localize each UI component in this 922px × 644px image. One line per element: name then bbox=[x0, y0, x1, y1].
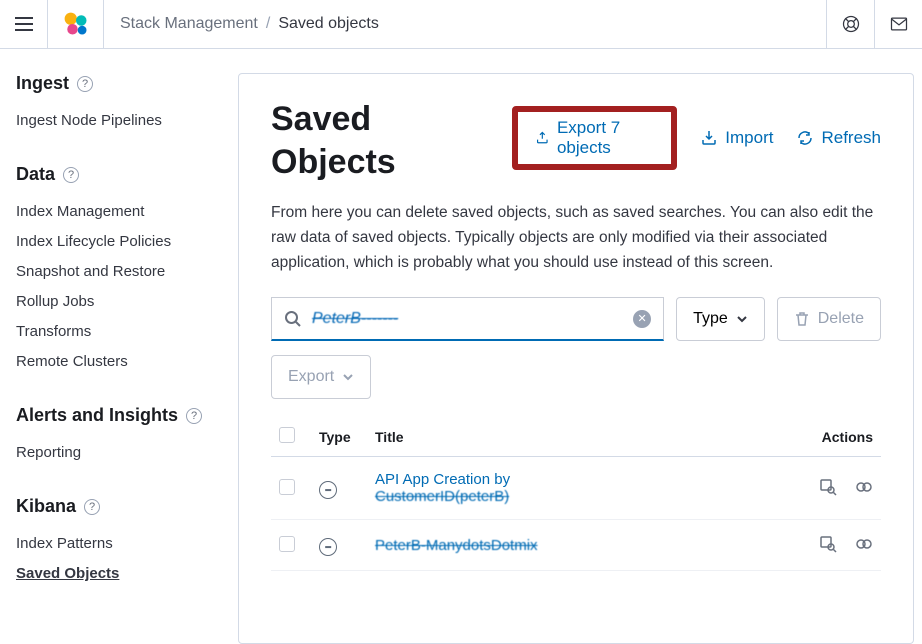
relationships-icon[interactable] bbox=[855, 478, 873, 496]
delete-label: Delete bbox=[818, 310, 864, 328]
sidebar-item-reporting[interactable]: Reporting bbox=[16, 438, 210, 468]
search-input[interactable]: PeterB------- ✕ bbox=[271, 297, 664, 341]
close-icon: ✕ bbox=[637, 312, 646, 325]
row-title-link[interactable]: API App Creation by CustomerID(peterB) bbox=[375, 471, 510, 505]
type-filter-button[interactable]: Type bbox=[676, 297, 765, 341]
header-left: Stack Management / Saved objects bbox=[0, 0, 395, 48]
page-title: Saved Objects bbox=[271, 98, 488, 183]
sidebar-section-data: Data ? Index Management Index Lifecycle … bbox=[16, 164, 210, 377]
relationships-icon[interactable] bbox=[855, 535, 873, 553]
logo[interactable] bbox=[48, 0, 104, 48]
help-button[interactable] bbox=[826, 0, 874, 48]
search-icon bbox=[284, 310, 302, 328]
trash-icon bbox=[794, 311, 810, 327]
sidebar-item-saved-objects[interactable]: Saved Objects bbox=[16, 559, 210, 589]
app-header: Stack Management / Saved objects bbox=[0, 0, 922, 49]
row-title-line2: CustomerID(peterB) bbox=[375, 488, 509, 505]
import-label: Import bbox=[725, 128, 773, 148]
controls-row: PeterB------- ✕ Type Delete bbox=[271, 297, 881, 341]
content: Saved Objects Export 7 objects Import bbox=[226, 49, 922, 644]
sidebar-item-ingest-node-pipelines[interactable]: Ingest Node Pipelines bbox=[16, 106, 210, 136]
export-dropdown-row: Export bbox=[271, 355, 881, 399]
clear-search-button[interactable]: ✕ bbox=[633, 310, 651, 328]
main-layout: Ingest ? Ingest Node Pipelines Data ? In… bbox=[0, 49, 922, 644]
sidebar: Ingest ? Ingest Node Pipelines Data ? In… bbox=[0, 49, 226, 644]
search-value: PeterB------- bbox=[312, 310, 623, 328]
sidebar-item-transforms[interactable]: Transforms bbox=[16, 317, 210, 347]
table-row: PeterB-ManydotsDotmix bbox=[271, 520, 881, 570]
inspect-icon[interactable] bbox=[819, 535, 837, 553]
sidebar-item-index-management[interactable]: Index Management bbox=[16, 197, 210, 227]
lifebuoy-icon bbox=[841, 14, 861, 34]
help-icon[interactable]: ? bbox=[186, 408, 202, 424]
sidebar-title: Alerts and Insights bbox=[16, 405, 178, 426]
menu-toggle[interactable] bbox=[0, 0, 48, 48]
delete-button: Delete bbox=[777, 297, 881, 341]
sidebar-title: Data bbox=[16, 164, 55, 185]
export-highlight: Export 7 objects bbox=[512, 106, 677, 170]
sidebar-section-alerts: Alerts and Insights ? Reporting bbox=[16, 405, 210, 468]
discover-type-icon bbox=[315, 534, 340, 559]
select-all-checkbox[interactable] bbox=[279, 427, 295, 443]
sidebar-title: Ingest bbox=[16, 73, 69, 94]
sidebar-item-rollup[interactable]: Rollup Jobs bbox=[16, 287, 210, 317]
saved-objects-table: Type Title Actions API App Creation by C… bbox=[271, 417, 881, 570]
sidebar-item-index-patterns[interactable]: Index Patterns bbox=[16, 529, 210, 559]
sidebar-title: Kibana bbox=[16, 496, 76, 517]
col-header-type[interactable]: Type bbox=[311, 417, 367, 457]
col-header-actions: Actions bbox=[761, 417, 881, 457]
type-filter-label: Type bbox=[693, 310, 728, 328]
sidebar-item-ilm[interactable]: Index Lifecycle Policies bbox=[16, 227, 210, 257]
export-icon bbox=[536, 130, 549, 146]
header-right bbox=[826, 0, 922, 48]
row-checkbox[interactable] bbox=[279, 536, 295, 552]
panel-header: Saved Objects Export 7 objects Import bbox=[271, 98, 881, 183]
export-dropdown[interactable]: Export bbox=[271, 355, 371, 399]
panel: Saved Objects Export 7 objects Import bbox=[238, 73, 914, 644]
chevron-down-icon bbox=[342, 371, 354, 383]
export-dropdown-label: Export bbox=[288, 368, 334, 386]
help-icon[interactable]: ? bbox=[84, 499, 100, 515]
row-title-link[interactable]: PeterB-ManydotsDotmix bbox=[375, 537, 538, 554]
breadcrumb-current: Saved objects bbox=[278, 15, 379, 33]
col-header-title[interactable]: Title bbox=[367, 417, 761, 457]
row-title-line1: PeterB-ManydotsDotmix bbox=[375, 537, 538, 554]
mail-icon bbox=[889, 14, 909, 34]
table-row: API App Creation by CustomerID(peterB) bbox=[271, 457, 881, 520]
breadcrumb-separator: / bbox=[266, 15, 270, 33]
discover-type-icon bbox=[315, 477, 340, 502]
export-all-button[interactable]: Export 7 objects bbox=[536, 118, 653, 158]
page-description: From here you can delete saved objects, … bbox=[271, 201, 881, 275]
header-actions: Export 7 objects Import Refresh bbox=[512, 98, 881, 170]
help-icon[interactable]: ? bbox=[63, 167, 79, 183]
export-label: Export 7 objects bbox=[557, 118, 653, 158]
import-icon bbox=[701, 130, 717, 146]
inspect-icon[interactable] bbox=[819, 478, 837, 496]
help-icon[interactable]: ? bbox=[77, 76, 93, 92]
refresh-label: Refresh bbox=[821, 128, 881, 148]
import-button[interactable]: Import bbox=[701, 128, 773, 148]
sidebar-section-kibana: Kibana ? Index Patterns Saved Objects bbox=[16, 496, 210, 589]
sidebar-item-remote-clusters[interactable]: Remote Clusters bbox=[16, 347, 210, 377]
sidebar-section-ingest: Ingest ? Ingest Node Pipelines bbox=[16, 73, 210, 136]
refresh-button[interactable]: Refresh bbox=[797, 128, 881, 148]
breadcrumb: Stack Management / Saved objects bbox=[104, 15, 395, 33]
hamburger-icon bbox=[15, 17, 33, 31]
chevron-down-icon bbox=[736, 313, 748, 325]
row-title-line1: API App Creation by bbox=[375, 471, 510, 488]
breadcrumb-root[interactable]: Stack Management bbox=[120, 15, 258, 33]
refresh-icon bbox=[797, 130, 813, 146]
feedback-button[interactable] bbox=[874, 0, 922, 48]
row-checkbox[interactable] bbox=[279, 479, 295, 495]
elastic-logo-icon bbox=[62, 10, 90, 38]
sidebar-item-snapshot[interactable]: Snapshot and Restore bbox=[16, 257, 210, 287]
